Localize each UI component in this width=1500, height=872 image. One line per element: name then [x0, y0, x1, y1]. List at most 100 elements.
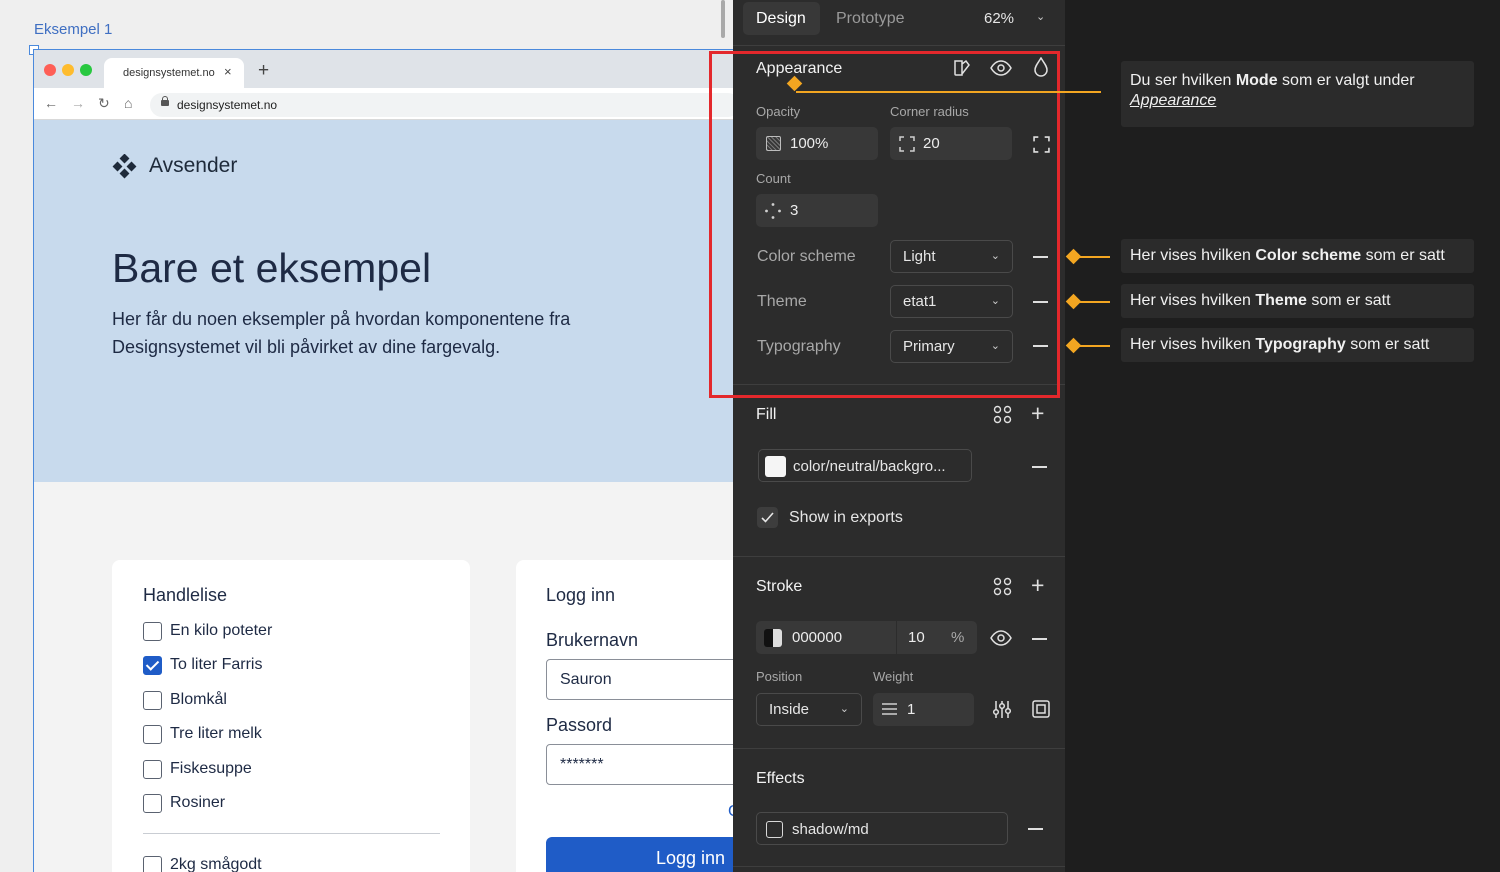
checkbox[interactable]	[143, 622, 162, 641]
styles-grid-icon[interactable]	[993, 577, 1012, 596]
lock-icon	[161, 100, 169, 106]
annotation-bold: Theme	[1255, 292, 1307, 309]
tab-design[interactable]: Design	[743, 2, 820, 35]
checkbox-label: En kilo poteter	[170, 622, 273, 639]
back-icon: ←	[44, 95, 58, 111]
password-label: Passord	[546, 715, 613, 735]
add-stroke-icon[interactable]: +	[1031, 572, 1044, 599]
annotation-text: som er valgt under	[1277, 72, 1415, 89]
annotation-theme: Her vises hvilken Theme som er satt	[1121, 284, 1474, 318]
frame-label[interactable]: Eksempel 1	[34, 21, 112, 38]
minimize-window-dot	[62, 64, 74, 76]
list-divider	[143, 833, 440, 834]
username-input[interactable]: Sauron	[546, 659, 733, 700]
checkbox-checked[interactable]	[143, 656, 162, 675]
stroke-weight-field[interactable]: 1	[873, 693, 974, 726]
browser-tab-bar: designsystemet.no × +	[34, 50, 733, 88]
fill-title: Fill	[756, 406, 777, 423]
stroke-position-value: Inside	[769, 701, 810, 718]
home-icon: ⌂	[124, 95, 133, 111]
annotation-color-scheme: Her vises hvilken Color scheme som er sa…	[1121, 239, 1474, 273]
weight-label: Weight	[873, 669, 914, 684]
appearance-highlight-box	[709, 51, 1060, 398]
hero-section	[34, 120, 733, 482]
percent-sign: %	[951, 629, 965, 646]
individual-strokes-icon[interactable]	[1032, 700, 1050, 718]
logo-icon	[112, 154, 137, 179]
sender-name: Avsender	[149, 154, 238, 177]
hero-title: Bare et eksempel	[112, 245, 432, 291]
login-button[interactable]: Logg inn	[546, 837, 733, 872]
stroke-title: Stroke	[756, 578, 803, 595]
annotation-bold: Mode	[1235, 72, 1278, 89]
reload-icon: ↻	[98, 95, 110, 111]
effects-title: Effects	[756, 770, 805, 787]
shopping-list-card: Handlelise En kilo poteter To liter Farr…	[112, 560, 470, 872]
effect-name: shadow/md	[792, 821, 869, 838]
login-title: Logg inn	[546, 585, 616, 605]
effect-style-field[interactable]: shadow/md	[756, 812, 1008, 845]
stroke-settings-icon[interactable]	[992, 700, 1012, 719]
remove-fill-icon[interactable]	[1032, 466, 1047, 468]
effect-icon	[766, 821, 783, 838]
styles-grid-icon[interactable]	[993, 405, 1012, 424]
stroke-position-dropdown[interactable]: Inside ⌄	[756, 693, 862, 726]
password-input[interactable]: *******	[546, 744, 733, 785]
canvas-scrollbar[interactable]	[721, 0, 725, 38]
annotation-text: som er satt	[1345, 336, 1430, 353]
chevron-down-icon[interactable]: ⌄	[1036, 10, 1045, 23]
annotation-text: Her vises hvilken	[1130, 336, 1256, 353]
annotation-text: som er satt	[1361, 247, 1445, 264]
hero-text: Her får du noen eksempler på hvordan kom…	[112, 309, 571, 357]
checkbox[interactable]	[143, 794, 162, 813]
checkbox[interactable]	[143, 760, 162, 779]
shopping-list-title: Handlelise	[143, 585, 228, 605]
annotation-text: som er satt	[1306, 292, 1391, 309]
remove-effect-icon[interactable]	[1028, 828, 1043, 830]
username-label: Brukernavn	[546, 630, 639, 650]
annotation-area	[1065, 0, 1500, 872]
annotation-link: Appearance	[1130, 92, 1217, 109]
annotation-mode: Du ser hvilken Mode som er valgt under Ap…	[1121, 61, 1474, 127]
annotation-line	[796, 91, 1101, 93]
color-swatch	[764, 629, 782, 647]
divider	[733, 866, 1065, 867]
stroke-hex: 000000	[792, 629, 843, 646]
fill-style-field[interactable]: color/neutral/backgro...	[758, 449, 972, 482]
eye-icon[interactable]	[990, 630, 1012, 646]
close-window-dot	[44, 64, 56, 76]
annotation-text: Her vises hvilken	[1130, 247, 1256, 264]
login-button-label: Logg inn	[656, 848, 726, 868]
stroke-color-field[interactable]: 000000 10 %	[756, 621, 977, 654]
chevron-down-icon: ⌄	[839, 703, 849, 715]
annotation-line	[1074, 256, 1110, 258]
checkbox-label: Rosiner	[170, 794, 226, 811]
show-in-exports-label: Show in exports	[789, 509, 903, 526]
checkbox[interactable]	[143, 725, 162, 744]
checkbox-label: 2kg smågodt	[170, 856, 262, 872]
url-field: designsystemet.no	[150, 93, 733, 117]
checkbox-label: Tre liter melk	[170, 725, 262, 742]
position-label: Position	[756, 669, 803, 684]
annotation-line	[1074, 345, 1110, 347]
show-in-exports-checkbox[interactable]	[757, 507, 778, 528]
forward-icon: →	[71, 95, 85, 111]
annotation-line	[1074, 301, 1110, 303]
annotation-text: Her vises hvilken	[1130, 292, 1256, 309]
login-card: Logg inn Brukernavn Sauron Passord *****…	[516, 560, 733, 872]
browser-mockup: designsystemet.no × + ← → ↻ ⌂ designsyst…	[34, 50, 733, 872]
add-fill-icon[interactable]: +	[1031, 400, 1044, 427]
divider	[733, 556, 1065, 557]
zoom-level[interactable]: 62%	[984, 10, 1014, 27]
browser-address-bar: ← → ↻ ⌂ designsystemet.no	[34, 88, 733, 120]
checkbox-label: To liter Farris	[170, 656, 263, 673]
tab-prototype[interactable]: Prototype	[836, 10, 904, 28]
divider	[733, 45, 1065, 46]
check-icon	[761, 512, 774, 523]
checkbox[interactable]	[143, 691, 162, 710]
remove-stroke-icon[interactable]	[1032, 638, 1047, 640]
checkbox[interactable]	[143, 856, 162, 872]
stroke-opacity: 10	[908, 629, 925, 646]
color-swatch	[765, 456, 786, 477]
field-divider	[896, 621, 897, 654]
